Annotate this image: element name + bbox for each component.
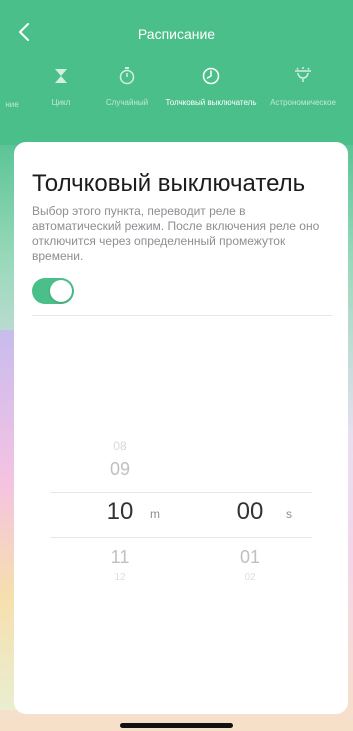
seconds-unit: s — [286, 507, 292, 521]
minutes-unit: m — [150, 507, 160, 521]
second-selected[interactable]: 00 — [220, 498, 280, 526]
seconds-wheel[interactable]: 00 01 02 s — [212, 434, 302, 594]
second-option[interactable]: 01 — [220, 547, 280, 568]
page-title: Расписание — [137, 26, 216, 42]
minutes-wheel[interactable]: 08 09 10 11 12 m — [90, 434, 180, 594]
time-picker: 08 09 10 11 12 m 00 01 02 s — [50, 434, 312, 594]
tab-calendar[interactable]: ние — [0, 62, 24, 122]
tab-astronomical[interactable]: Астрономическое — [263, 62, 343, 122]
home-indicator — [120, 723, 233, 728]
minute-option[interactable]: 08 — [90, 439, 150, 453]
enable-toggle[interactable] — [32, 278, 74, 304]
minute-option[interactable]: 12 — [90, 572, 150, 583]
stopwatch-icon — [119, 62, 135, 90]
divider — [32, 315, 332, 316]
header: Расписание ние Цикл Случайный Толчковый … — [0, 0, 353, 145]
tab-label: Цикл — [51, 98, 71, 107]
minute-option[interactable]: 11 — [90, 547, 150, 568]
toggle-knob — [50, 280, 72, 302]
sun-icon — [293, 62, 313, 90]
card-description: Выбор этого пункта, переводит реле в авт… — [32, 204, 320, 263]
tab-random[interactable]: Случайный — [102, 62, 152, 122]
tab-cycle[interactable]: Цикл — [46, 62, 76, 122]
clock-icon — [202, 62, 220, 90]
tab-label: ние — [5, 100, 19, 109]
minute-selected[interactable]: 10 — [90, 498, 150, 526]
card-title: Толчковый выключатель — [32, 170, 306, 197]
settings-card: Толчковый выключатель Выбор этого пункта… — [14, 142, 348, 714]
second-option[interactable]: 02 — [220, 572, 280, 583]
minute-option[interactable]: 09 — [90, 459, 150, 480]
tab-label: Толчковый выключатель — [165, 98, 257, 107]
mode-tabs: ние Цикл Случайный Толчковый выключатель… — [0, 62, 353, 122]
tab-label: Случайный — [105, 98, 149, 107]
tab-label: Астрономическое — [270, 98, 336, 107]
tab-push-switch[interactable]: Толчковый выключатель — [160, 62, 262, 122]
hourglass-icon — [54, 62, 68, 90]
